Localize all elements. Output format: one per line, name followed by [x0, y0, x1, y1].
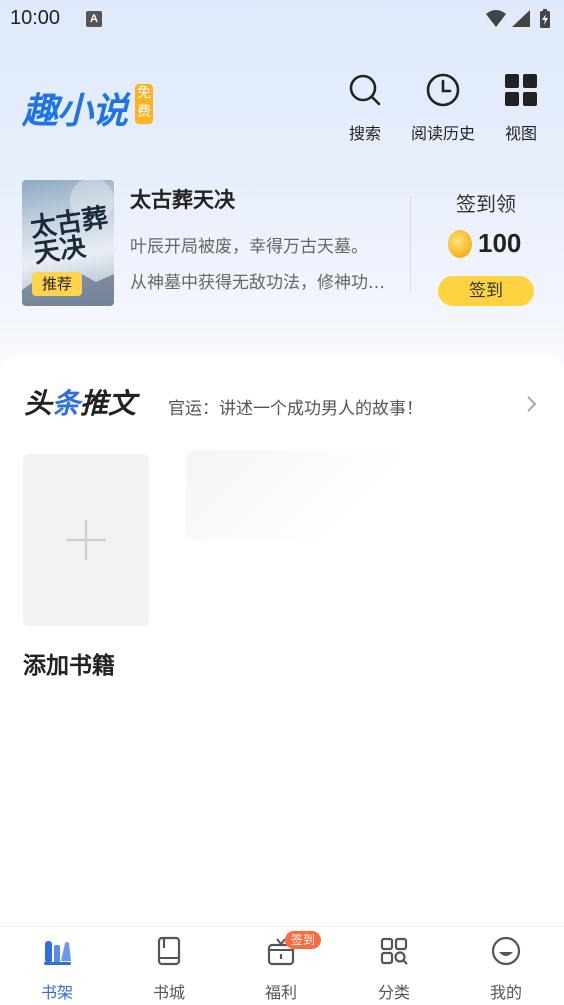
checkin-badge: 签到 [285, 931, 322, 949]
book-icon [157, 936, 181, 966]
bookshelf-panel: 头条推文 官运：讲述一个成功男人的故事！ 添加书籍 [0, 354, 564, 929]
divider [410, 196, 411, 292]
toutiao-logo-part2: 条 [52, 387, 81, 420]
checkin-button[interactable]: 签到 [438, 276, 534, 306]
add-book-label: 添加书籍 [23, 653, 115, 679]
toutiao-headline[interactable]: 官运：讲述一个成功男人的故事！ [168, 394, 423, 419]
tab-bookshelf-label: 书架 [40, 983, 73, 1002]
app-header: 趣小说 免费 搜索 阅读历史 视图 [0, 70, 564, 143]
toutiao-logo-part3: 推文 [80, 387, 137, 420]
book-description-line2: 从神墓中获得无敌功法，修神功… [130, 273, 385, 293]
signal-icon [512, 10, 530, 27]
book-cover[interactable]: 太古葬天决 推荐 [22, 180, 114, 306]
tab-welfare-label: 福利 [264, 983, 297, 1002]
status-icons [484, 8, 556, 34]
reading-history-label: 阅读历史 [410, 124, 475, 143]
status-bar: 10:00 A [0, 0, 564, 38]
clock-icon [426, 73, 460, 107]
view-label: 视图 [504, 124, 537, 143]
coin-amount: 100 [478, 228, 522, 258]
bottom-tab-bar: 书架 书城 签到 福利 分类 我的 [0, 926, 564, 1005]
tab-category-label: 分类 [377, 983, 410, 1002]
tab-category[interactable]: 分类 [338, 935, 450, 1003]
placeholder-shade [186, 450, 426, 540]
chevron-right-icon[interactable] [522, 392, 542, 416]
toutiao-logo-part1: 头 [24, 387, 53, 420]
category-icon [380, 937, 408, 965]
grid-icon [505, 74, 537, 106]
book-title[interactable]: 太古葬天决 [130, 184, 235, 214]
tab-bookstore[interactable]: 书城 [113, 935, 225, 1003]
tab-bookshelf[interactable]: 书架 [1, 935, 113, 1003]
free-badge: 免费 [135, 84, 153, 124]
search-label: 搜索 [348, 124, 381, 143]
view-button[interactable]: 视图 [481, 72, 561, 144]
app-logo: 趣小说 [22, 91, 128, 132]
cover-title: 太古葬天决 [28, 202, 110, 270]
tab-welfare[interactable]: 签到 福利 [225, 931, 337, 1003]
tab-profile[interactable]: 我的 [450, 935, 562, 1003]
status-time: 10:00 [10, 7, 61, 29]
tab-bookstore-label: 书城 [152, 983, 185, 1002]
search-icon [349, 74, 381, 106]
tab-profile-label: 我的 [489, 983, 522, 1002]
reading-history-button[interactable]: 阅读历史 [403, 72, 483, 144]
book-description-line1: 叶辰开局被废，幸得万古天墓。 [130, 237, 368, 257]
profile-icon [491, 936, 521, 966]
recommend-tag: 推荐 [32, 272, 82, 296]
battery-icon [540, 9, 550, 28]
notification-a-icon: A [86, 11, 102, 27]
plus-icon [66, 520, 106, 560]
wifi-icon [486, 10, 506, 27]
coin-icon [448, 230, 472, 258]
checkin-label: 签到领 [456, 192, 516, 216]
recommended-book-card[interactable]: 太古葬天决 推荐 太古葬天决 叶辰开局被废，幸得万古天墓。 从神墓中获得无敌功法… [22, 180, 542, 308]
add-book-button[interactable] [23, 454, 149, 626]
search-button[interactable]: 搜索 [325, 72, 405, 144]
bookshelf-icon [44, 941, 71, 965]
toutiao-logo: 头条推文 [24, 382, 136, 422]
